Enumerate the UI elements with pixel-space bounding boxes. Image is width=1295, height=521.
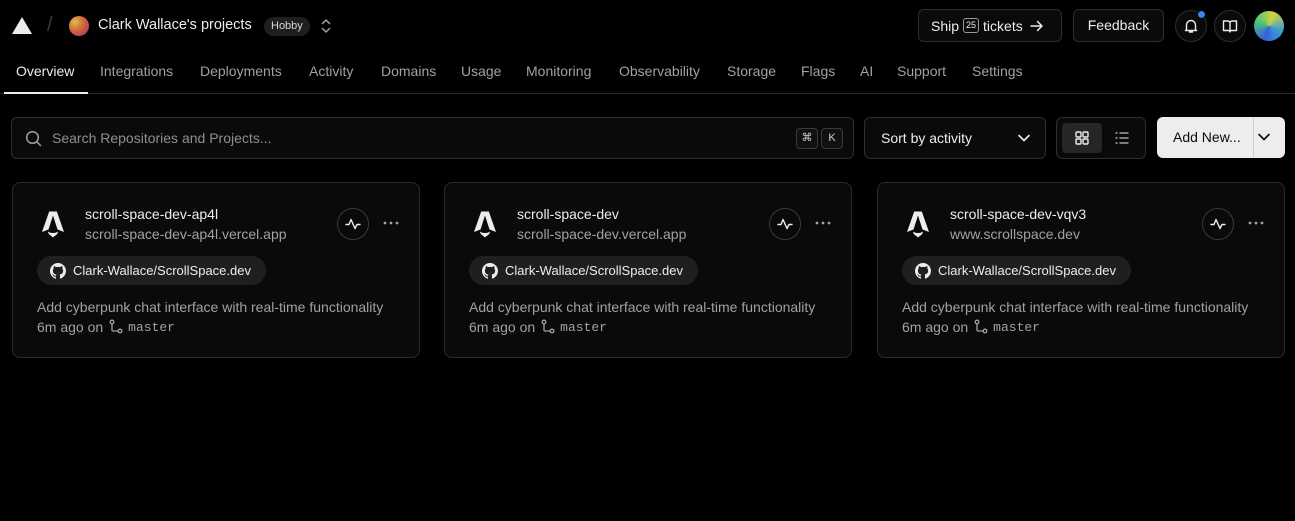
- breadcrumb-separator: /: [47, 14, 53, 36]
- docs-button[interactable]: [1214, 10, 1246, 42]
- plan-badge: Hobby: [264, 17, 310, 36]
- git-branch-icon: [109, 319, 123, 334]
- tab-monitoring[interactable]: Monitoring: [526, 63, 591, 79]
- repository-name: Clark-Wallace/ScrollSpace.dev: [73, 263, 251, 278]
- project-card[interactable]: scroll-space-dev-ap4l scroll-space-dev-a…: [12, 182, 420, 358]
- pulse-icon: [1210, 218, 1226, 230]
- git-branch-icon: [974, 319, 988, 334]
- search-icon: [25, 130, 42, 147]
- ship-count-badge: 25: [963, 18, 980, 33]
- branch-name[interactable]: master: [560, 320, 607, 335]
- tab-activity[interactable]: Activity: [309, 63, 353, 79]
- project-name[interactable]: scroll-space-dev-vqv3: [950, 206, 1086, 222]
- github-icon: [482, 262, 498, 279]
- repository-link[interactable]: Clark-Wallace/ScrollSpace.dev: [469, 256, 698, 285]
- ship-tickets-button[interactable]: Ship 25 tickets: [918, 9, 1062, 42]
- more-options-button[interactable]: [381, 213, 401, 233]
- project-name[interactable]: scroll-space-dev-ap4l: [85, 206, 218, 222]
- github-icon: [50, 262, 66, 279]
- tab-storage[interactable]: Storage: [727, 63, 776, 79]
- project-tabs: Overview Integrations Deployments Activi…: [0, 52, 1295, 94]
- branch-name[interactable]: master: [993, 320, 1040, 335]
- commit-meta: 6m ago on master: [469, 319, 607, 335]
- repository-link[interactable]: Clark-Wallace/ScrollSpace.dev: [902, 256, 1131, 285]
- tab-settings[interactable]: Settings: [972, 63, 1023, 79]
- team-name[interactable]: Clark Wallace's projects: [98, 17, 252, 33]
- tab-flags[interactable]: Flags: [801, 63, 835, 79]
- search-box: ⌘ K: [11, 117, 854, 159]
- repository-name: Clark-Wallace/ScrollSpace.dev: [505, 263, 683, 278]
- git-branch-icon: [541, 319, 555, 334]
- sort-label: Sort by activity: [881, 130, 973, 146]
- astro-framework-icon: [474, 211, 496, 238]
- astro-framework-icon: [42, 211, 64, 238]
- more-horizontal-icon: [815, 221, 831, 225]
- more-options-button[interactable]: [1246, 213, 1266, 233]
- bell-icon: [1184, 19, 1198, 33]
- tab-ai[interactable]: AI: [860, 63, 873, 79]
- top-bar: / Clark Wallace's projects Hobby Ship 25…: [0, 0, 1295, 52]
- chevron-down-icon[interactable]: [1257, 131, 1271, 143]
- tab-overview[interactable]: Overview: [16, 63, 74, 79]
- project-card[interactable]: scroll-space-dev-vqv3 www.scrollspace.de…: [877, 182, 1285, 358]
- kbd-k: K: [821, 128, 843, 149]
- commit-message[interactable]: Add cyberpunk chat interface with real-t…: [37, 299, 403, 315]
- arrow-right-icon: [1029, 20, 1043, 31]
- activity-button[interactable]: [337, 208, 369, 240]
- kbd-cmd: ⌘: [796, 128, 818, 149]
- view-toggle: [1056, 117, 1146, 159]
- tab-integrations[interactable]: Integrations: [100, 63, 173, 79]
- github-icon: [915, 262, 931, 279]
- commit-message[interactable]: Add cyberpunk chat interface with real-t…: [902, 299, 1268, 315]
- project-url[interactable]: scroll-space-dev-ap4l.vercel.app: [85, 226, 287, 242]
- branch-name[interactable]: master: [128, 320, 175, 335]
- tab-usage[interactable]: Usage: [461, 63, 501, 79]
- more-horizontal-icon: [1248, 221, 1264, 225]
- search-input[interactable]: [52, 118, 782, 158]
- vercel-logo-icon[interactable]: [12, 17, 32, 34]
- user-avatar[interactable]: [1254, 11, 1284, 41]
- feedback-button[interactable]: Feedback: [1073, 9, 1164, 42]
- ship-label: Ship: [931, 17, 960, 34]
- repository-name: Clark-Wallace/ScrollSpace.dev: [938, 263, 1116, 278]
- list-view-button[interactable]: [1102, 123, 1142, 153]
- commit-meta: 6m ago on master: [902, 319, 1040, 335]
- book-open-icon: [1222, 20, 1238, 33]
- tab-support[interactable]: Support: [897, 63, 946, 79]
- commit-message[interactable]: Add cyberpunk chat interface with real-t…: [469, 299, 835, 315]
- commit-time: 6m ago on: [37, 319, 104, 335]
- project-url[interactable]: www.scrollspace.dev: [950, 226, 1080, 242]
- add-new-label: Add New...: [1173, 129, 1241, 145]
- pulse-icon: [345, 218, 361, 230]
- more-horizontal-icon: [383, 221, 399, 225]
- chevron-down-icon: [1018, 134, 1030, 142]
- astro-framework-icon: [907, 211, 929, 238]
- commit-meta: 6m ago on master: [37, 319, 175, 335]
- ship-suffix: tickets: [983, 17, 1023, 34]
- active-tab-indicator: [4, 92, 88, 94]
- commit-time: 6m ago on: [902, 319, 969, 335]
- repository-link[interactable]: Clark-Wallace/ScrollSpace.dev: [37, 256, 266, 285]
- tab-deployments[interactable]: Deployments: [200, 63, 282, 79]
- list-icon: [1115, 132, 1129, 144]
- chevron-up-down-icon[interactable]: [319, 18, 333, 34]
- grid-icon: [1075, 131, 1089, 145]
- activity-button[interactable]: [1202, 208, 1234, 240]
- more-options-button[interactable]: [813, 213, 833, 233]
- tab-domains[interactable]: Domains: [381, 63, 436, 79]
- project-name[interactable]: scroll-space-dev: [517, 206, 619, 222]
- add-new-button[interactable]: Add New...: [1157, 117, 1285, 158]
- project-url[interactable]: scroll-space-dev.vercel.app: [517, 226, 686, 242]
- tab-observability[interactable]: Observability: [619, 63, 700, 79]
- sort-select[interactable]: Sort by activity: [864, 117, 1046, 159]
- commit-time: 6m ago on: [469, 319, 536, 335]
- grid-view-button[interactable]: [1062, 123, 1102, 153]
- notification-dot: [1197, 10, 1206, 19]
- project-card[interactable]: scroll-space-dev scroll-space-dev.vercel…: [444, 182, 852, 358]
- activity-button[interactable]: [769, 208, 801, 240]
- add-new-divider: [1253, 117, 1254, 158]
- team-avatar[interactable]: [69, 16, 89, 36]
- pulse-icon: [777, 218, 793, 230]
